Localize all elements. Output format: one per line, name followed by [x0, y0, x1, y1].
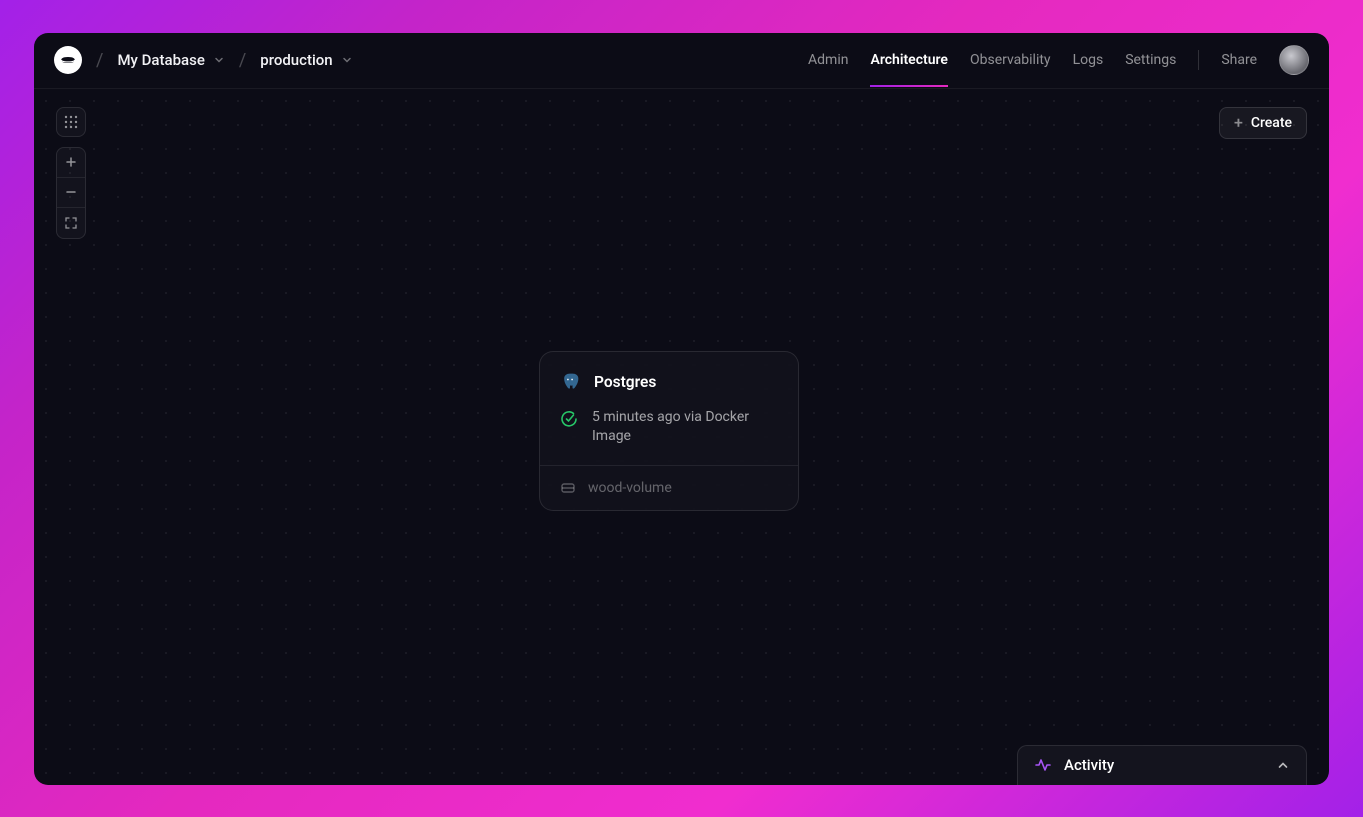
- nav-share[interactable]: Share: [1221, 34, 1257, 86]
- canvas-toolbar: [56, 107, 86, 239]
- activity-header: Activity: [1034, 756, 1114, 774]
- grid-toggle-button[interactable]: [56, 107, 86, 137]
- zoom-controls: [56, 147, 86, 239]
- breadcrumb-project-label: My Database: [117, 51, 204, 69]
- nav-settings[interactable]: Settings: [1125, 34, 1176, 86]
- service-node-header: Postgres: [560, 372, 778, 392]
- canvas[interactable]: + Create Postgres 5 minutes ago via Dock…: [34, 89, 1329, 785]
- service-node[interactable]: Postgres 5 minutes ago via Docker Image …: [539, 351, 799, 511]
- service-node-main: Postgres 5 minutes ago via Docker Image: [540, 352, 798, 465]
- nav-architecture[interactable]: Architecture: [870, 34, 948, 86]
- chevron-up-icon: [1276, 758, 1290, 772]
- app-logo[interactable]: [54, 46, 82, 74]
- nav-admin[interactable]: Admin: [808, 34, 848, 86]
- breadcrumb: / My Database / production: [54, 46, 353, 74]
- service-node-title: Postgres: [594, 373, 656, 391]
- breadcrumb-project[interactable]: My Database: [117, 51, 224, 69]
- service-node-volume: wood-volume: [588, 480, 672, 496]
- activity-icon: [1034, 756, 1052, 774]
- topbar-nav: Admin Architecture Observability Logs Se…: [808, 34, 1309, 86]
- nav-logs[interactable]: Logs: [1073, 34, 1104, 86]
- zoom-out-button[interactable]: [57, 178, 85, 208]
- check-circle-icon: [560, 410, 578, 428]
- topbar: / My Database / production Admin Archite…: [34, 33, 1329, 89]
- chevron-down-icon: [341, 54, 353, 66]
- breadcrumb-separator: /: [96, 50, 103, 71]
- app-window: / My Database / production Admin Archite…: [34, 33, 1329, 785]
- activity-panel-toggle[interactable]: Activity: [1017, 745, 1307, 785]
- activity-label: Activity: [1064, 756, 1114, 774]
- chevron-down-icon: [213, 54, 225, 66]
- zoom-in-button[interactable]: [57, 148, 85, 178]
- fit-view-button[interactable]: [57, 208, 85, 238]
- service-node-status: 5 minutes ago via Docker Image: [560, 408, 778, 447]
- postgres-icon: [560, 372, 580, 392]
- divider: [1198, 50, 1199, 70]
- breadcrumb-environment[interactable]: production: [260, 51, 352, 69]
- nav-observability[interactable]: Observability: [970, 34, 1051, 86]
- avatar[interactable]: [1279, 45, 1309, 75]
- create-button[interactable]: + Create: [1219, 107, 1307, 139]
- breadcrumb-separator: /: [239, 50, 246, 71]
- disk-icon: [560, 480, 576, 496]
- breadcrumb-environment-label: production: [260, 51, 332, 69]
- service-node-status-text: 5 minutes ago via Docker Image: [592, 408, 778, 447]
- plus-icon: +: [1234, 115, 1243, 131]
- create-button-label: Create: [1251, 115, 1292, 131]
- service-node-footer: wood-volume: [540, 465, 798, 510]
